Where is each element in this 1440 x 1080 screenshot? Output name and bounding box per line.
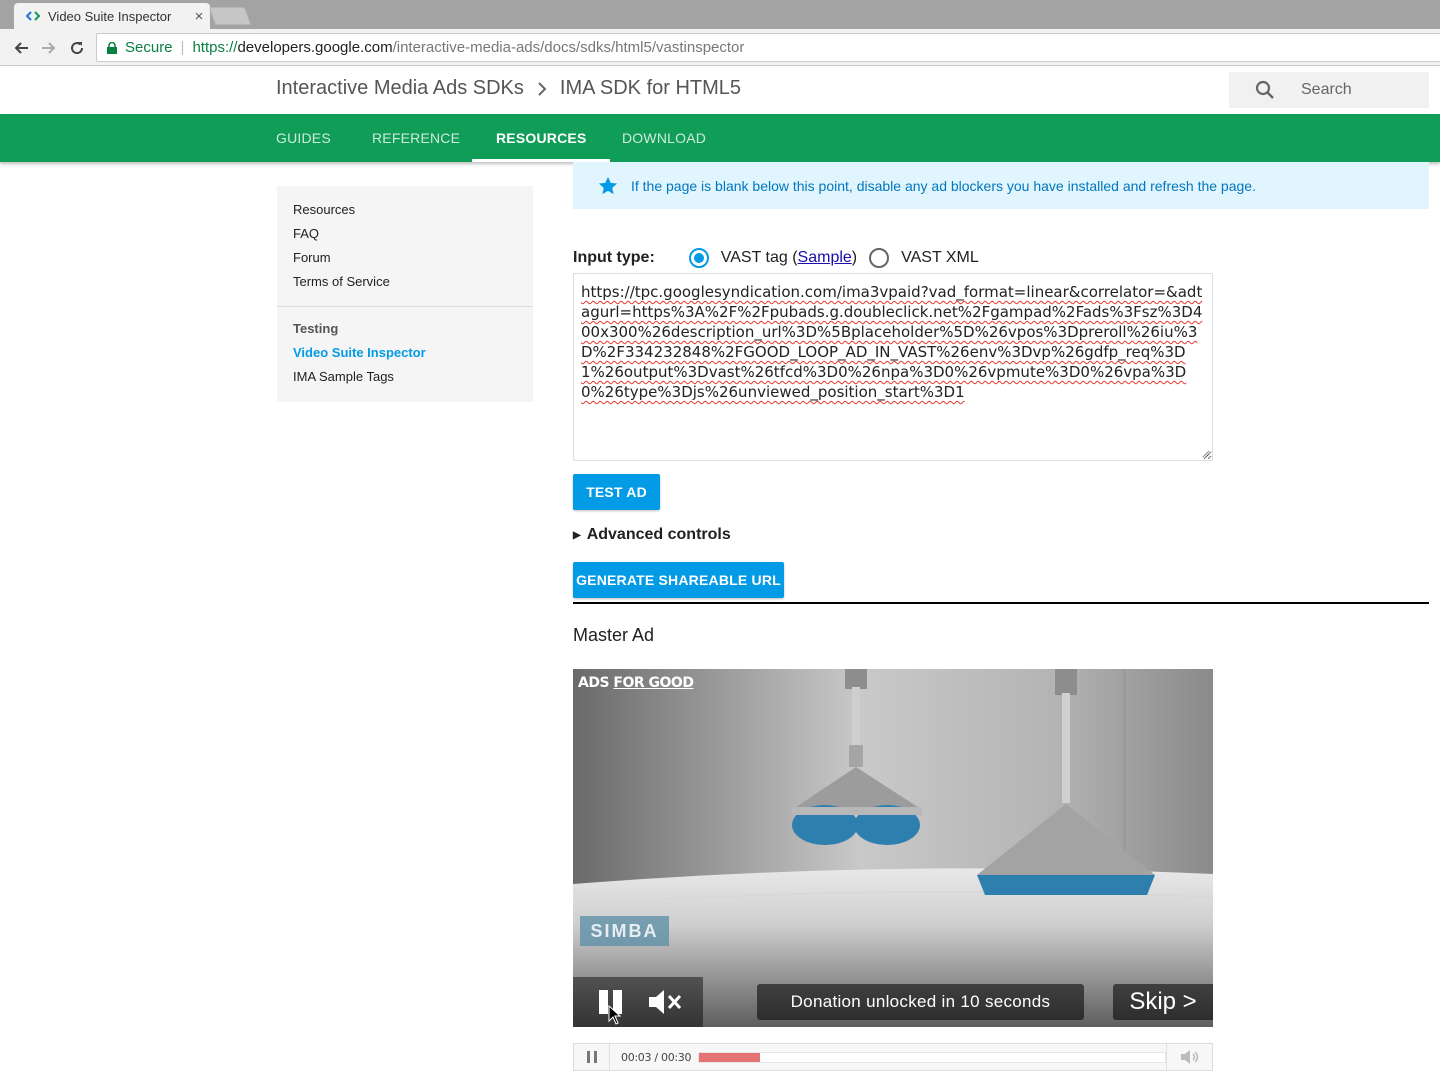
- sidebar-item-faq[interactable]: FAQ: [277, 223, 533, 247]
- breadcrumb: Interactive Media Ads SDKs IMA SDK for H…: [276, 77, 741, 100]
- secure-label: Secure: [125, 39, 173, 56]
- master-ad-heading: Master Ad: [573, 625, 655, 645]
- tab-guides[interactable]: GUIDES: [252, 114, 355, 162]
- forward-arrow-icon[interactable]: [38, 37, 60, 59]
- donation-countdown: Donation unlocked in 10 seconds: [757, 984, 1084, 1020]
- vast-tag-label-prefix: VAST tag (: [720, 249, 798, 266]
- radio-vast-tag-label: VAST tag (Sample): [721, 249, 857, 267]
- browser-toolbar: Secure | https://developers.google.com/i…: [0, 29, 1440, 66]
- small-pause-icon: [586, 1051, 597, 1063]
- mouse-cursor-icon: [608, 1005, 622, 1025]
- sample-link[interactable]: Sample: [798, 249, 852, 266]
- sidebar-heading-testing: Testing: [293, 321, 339, 336]
- sidebar-item-terms[interactable]: Terms of Service: [277, 271, 533, 295]
- tab-resources[interactable]: RESOURCES: [472, 114, 611, 162]
- generate-shareable-url-button[interactable]: GENERATE SHAREABLE URL: [573, 562, 784, 598]
- sidebar-item-resources[interactable]: Resources: [277, 199, 533, 223]
- input-type-label: Input type:: [573, 249, 655, 266]
- test-ad-button[interactable]: TEST AD: [573, 474, 660, 510]
- reload-icon[interactable]: [66, 37, 88, 59]
- radio-vast-tag[interactable]: [688, 248, 709, 268]
- nav-tabs-bar: GUIDES REFERENCE RESOURCES DOWNLOAD: [0, 114, 1440, 162]
- secure-indicator[interactable]: Secure: [107, 39, 173, 56]
- chevron-right-icon: [538, 81, 547, 96]
- radio-vast-xml-label: VAST XML: [901, 249, 979, 266]
- ad-controls: [573, 977, 703, 1027]
- tab-reference[interactable]: REFERENCE: [348, 114, 484, 162]
- search-box[interactable]: Search: [1229, 72, 1429, 108]
- resize-handle-icon[interactable]: [1202, 450, 1210, 458]
- vast-tag-textarea[interactable]: https://tpc.googlesyndication.com/ima3vp…: [573, 273, 1213, 461]
- url-path: /interactive-media-ads/docs/sdks/html5/v…: [392, 39, 745, 56]
- player-progress-fill: [699, 1052, 760, 1062]
- url-host: developers.google.com: [237, 39, 393, 56]
- ads-for-good-logo: ADS FOR GOOD: [578, 675, 694, 691]
- tab-title: Video Suite Inspector: [48, 8, 172, 24]
- player-progress-track[interactable]: [698, 1051, 1166, 1063]
- advanced-controls-toggle[interactable]: ▶ Advanced controls: [573, 526, 731, 544]
- star-icon: [598, 176, 618, 194]
- site-header: Interactive Media Ads SDKs IMA SDK for H…: [0, 66, 1440, 114]
- search-icon: [1255, 80, 1274, 99]
- search-input[interactable]: Search: [1301, 81, 1352, 99]
- new-tab-button[interactable]: [208, 7, 252, 25]
- vast-tag-label-suffix: ): [851, 249, 858, 266]
- tab-close-icon[interactable]: ×: [188, 8, 210, 25]
- skip-ad-button[interactable]: Skip >: [1113, 984, 1213, 1020]
- simba-logo: SIMBA: [580, 916, 669, 946]
- speaker-muted-icon[interactable]: [637, 977, 693, 1027]
- ad-blocker-notice: If the page is blank below this point, d…: [573, 162, 1429, 209]
- radio-vast-xml[interactable]: [869, 248, 890, 268]
- sidebar-item-forum[interactable]: Forum: [277, 247, 533, 271]
- section-divider: [573, 602, 1429, 604]
- browser-tab[interactable]: Video Suite Inspector ×: [14, 3, 210, 29]
- browser-tabstrip: Video Suite Inspector ×: [0, 0, 1440, 29]
- tab-download[interactable]: DOWNLOAD: [598, 114, 730, 162]
- back-arrow-icon[interactable]: [10, 37, 32, 59]
- sidebar-nav: Resources FAQ Forum Terms of Service Tes…: [277, 186, 533, 402]
- google-developers-favicon-icon: [26, 11, 40, 21]
- volume-icon[interactable]: [1166, 1044, 1212, 1070]
- url-scheme: https://: [192, 39, 238, 56]
- breadcrumb-ima-html5[interactable]: IMA SDK for HTML5: [560, 77, 741, 100]
- sidebar-item-video-suite-inspector[interactable]: Video Suite Inspector: [277, 342, 533, 366]
- ad-video-player[interactable]: ADS FOR GOOD SIMBA Donation unlocked in …: [573, 669, 1213, 1027]
- address-separator: |: [180, 39, 185, 56]
- lock-icon: [107, 41, 117, 54]
- disclosure-triangle-icon: ▶: [573, 529, 581, 541]
- address-bar[interactable]: Secure | https://developers.google.com/i…: [96, 33, 1440, 62]
- vast-tag-value: https://tpc.googlesyndication.com/ima3vp…: [581, 283, 1203, 401]
- breadcrumb-ima-sdks[interactable]: Interactive Media Ads SDKs: [276, 77, 524, 100]
- notice-text: If the page is blank below this point, d…: [631, 177, 1256, 194]
- player-time: 00:03 / 00:30: [621, 1050, 692, 1064]
- input-type-row: Input type: VAST tag (Sample) VAST XML: [573, 248, 991, 268]
- advanced-controls-label: Advanced controls: [586, 526, 731, 543]
- ad-video-frame: [573, 669, 1213, 1027]
- player-pause-button[interactable]: [574, 1044, 610, 1070]
- sidebar-divider: [277, 306, 533, 307]
- sidebar-item-ima-sample-tags[interactable]: IMA Sample Tags: [277, 366, 533, 390]
- player-controls-bar: 00:03 / 00:30: [573, 1043, 1213, 1071]
